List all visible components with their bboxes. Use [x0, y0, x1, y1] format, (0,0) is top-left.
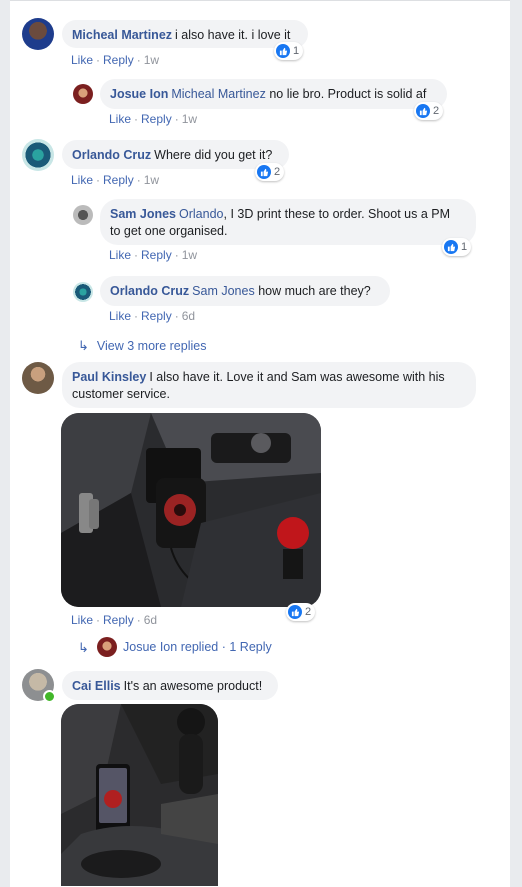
comment-text: customer service. — [72, 387, 170, 401]
thumbs-up-icon — [276, 44, 290, 58]
reply-button[interactable]: Reply — [103, 53, 134, 67]
comment-text: how much are they? — [258, 284, 371, 298]
comment-bubble: Micheal Martinez i also have it. i love i… — [62, 20, 308, 48]
comment-text: to get one organised. — [110, 224, 228, 238]
comment-bubble: Paul Kinsley I also have it. Love it and … — [62, 362, 476, 408]
like-button[interactable]: Like — [71, 173, 93, 187]
timestamp[interactable]: 6d — [144, 613, 157, 627]
reply-button[interactable]: Reply — [103, 173, 134, 187]
comment-actions: Like · Reply · 1w — [71, 53, 160, 67]
reaction-count[interactable]: 1 — [442, 238, 472, 256]
comment-author[interactable]: Micheal Martinez — [72, 28, 172, 42]
avatar[interactable] — [22, 139, 54, 171]
comment-photo[interactable] — [61, 413, 321, 607]
comment-text: no lie bro. Product is solid af — [269, 87, 427, 101]
avatar[interactable] — [22, 362, 54, 394]
reply-button[interactable]: Reply — [141, 112, 172, 126]
timestamp[interactable]: 6d — [182, 309, 195, 323]
comment-author[interactable]: Orlando Cruz — [110, 284, 189, 298]
reply-button[interactable]: Reply — [141, 248, 172, 262]
like-button[interactable]: Like — [71, 53, 93, 67]
comment-actions: Like · Reply · 1w — [71, 173, 160, 187]
reply-button[interactable]: Reply — [141, 309, 172, 323]
avatar[interactable] — [73, 282, 93, 302]
reaction-count[interactable]: 1 — [274, 42, 304, 60]
reaction-count[interactable]: 2 — [286, 603, 316, 621]
comment-bubble: Sam Jones Orlando, I 3D print these to or… — [100, 199, 476, 245]
online-status-indicator — [43, 690, 56, 703]
comment-author[interactable]: Josue Ion — [110, 87, 168, 101]
comment-author[interactable]: Sam Jones — [110, 207, 176, 221]
comment-actions: Like · Reply · 1w — [109, 248, 198, 262]
thumbs-up-icon — [257, 165, 271, 179]
like-button[interactable]: Like — [109, 248, 131, 262]
thumbs-up-icon — [416, 104, 430, 118]
replies-summary-link[interactable]: ↳ — [78, 640, 97, 656]
reply-button[interactable]: Reply — [103, 613, 134, 627]
comment-actions: Like · Reply · 6d — [71, 613, 158, 627]
comment-photo[interactable] — [61, 704, 218, 886]
mention-link[interactable]: Sam Jones — [192, 284, 255, 298]
thumbs-up-icon — [288, 605, 302, 619]
comment-bubble: Josue Ion Micheal Martinez no lie bro. Pr… — [100, 79, 447, 109]
reply-arrow-icon: ↳ — [78, 338, 89, 353]
view-more-replies-link[interactable]: ↳ View 3 more replies — [78, 338, 206, 354]
thumbs-up-icon — [444, 240, 458, 254]
avatar[interactable] — [73, 84, 93, 104]
reaction-count[interactable]: 2 — [255, 163, 285, 181]
comment-text: i also have it. i love it — [175, 28, 291, 42]
reply-arrow-icon: ↳ — [78, 640, 89, 655]
comment-actions: Like · Reply · 1w — [109, 112, 198, 126]
avatar[interactable] — [73, 205, 93, 225]
comment-text: , I 3D print these to order. Shoot us a … — [223, 207, 451, 221]
timestamp[interactable]: 1w — [182, 248, 197, 262]
replies-summary-text[interactable]: Josue Ion replied · 1 Reply — [123, 640, 272, 654]
comment-author[interactable]: Paul Kinsley — [72, 370, 146, 384]
timestamp[interactable]: 1w — [144, 53, 159, 67]
like-button[interactable]: Like — [71, 613, 93, 627]
comment-text: Where did you get it? — [154, 148, 273, 162]
like-button[interactable]: Like — [109, 309, 131, 323]
avatar[interactable] — [22, 18, 54, 50]
mention-link[interactable]: Orlando — [179, 207, 223, 221]
comment-bubble: Orlando Cruz Sam Jones how much are they? — [100, 276, 390, 306]
timestamp[interactable]: 1w — [182, 112, 197, 126]
timestamp[interactable]: 1w — [144, 173, 159, 187]
mention-link[interactable]: Micheal Martinez — [171, 87, 265, 101]
comment-author[interactable]: Cai Ellis — [72, 679, 121, 693]
comment-actions: Like · Reply · 6d — [109, 309, 196, 323]
reaction-count[interactable]: 2 — [414, 102, 444, 120]
comment-text: I also have it. Love it and Sam was awes… — [149, 370, 445, 384]
avatar[interactable] — [97, 637, 117, 657]
comment-text: It's an awesome product! — [123, 679, 263, 693]
like-button[interactable]: Like — [109, 112, 131, 126]
comment-bubble: Orlando Cruz Where did you get it? — [62, 140, 289, 169]
comment-author[interactable]: Orlando Cruz — [72, 148, 151, 162]
comment-bubble: Cai Ellis It's an awesome product! — [62, 671, 278, 700]
